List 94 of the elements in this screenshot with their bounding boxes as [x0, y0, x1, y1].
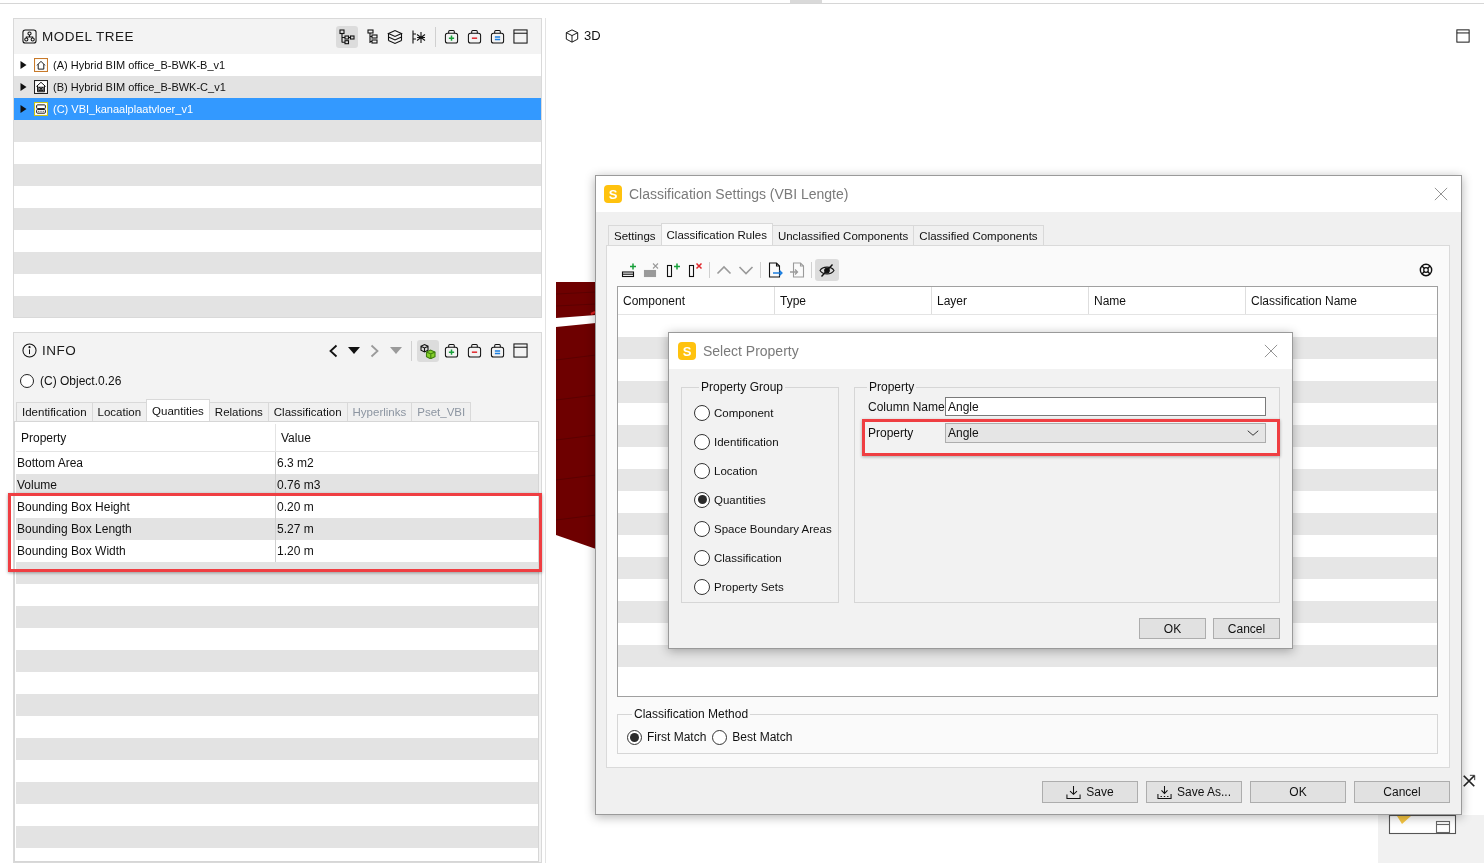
window-title: Classification Settings (VBI Lengte) — [629, 186, 849, 202]
toolbar-button[interactable] — [815, 259, 839, 281]
save-button[interactable]: Save — [1042, 781, 1138, 803]
radio-option[interactable]: Space Boundary Areas — [694, 514, 838, 543]
column-cross-icon — [687, 262, 703, 278]
bag-equals-icon — [490, 29, 505, 44]
bag-equals-icon — [490, 343, 505, 358]
row-plus-icon — [621, 262, 637, 278]
column-header: Value — [280, 429, 312, 447]
panel-title: INFO — [42, 343, 77, 358]
info-icon — [22, 343, 37, 358]
tab[interactable]: Classified Components — [913, 225, 1044, 245]
cancel-button[interactable]: Cancel — [1354, 781, 1450, 803]
bag-plus-icon — [444, 29, 459, 44]
chevron-right-icon — [370, 343, 380, 358]
tab[interactable]: Unclassified Components — [771, 225, 915, 245]
chevron-left-icon — [328, 343, 338, 358]
toolbar-button[interactable] — [417, 339, 439, 362]
field-label: Column Name — [868, 399, 945, 414]
table-cell: Volume — [16, 474, 276, 496]
ok-button[interactable]: OK — [1139, 618, 1206, 639]
toolbar-button[interactable] — [510, 340, 531, 361]
cancel-button[interactable]: Cancel — [1213, 618, 1280, 639]
row-cross-icon — [643, 262, 659, 278]
radio-option[interactable]: Property Sets — [694, 572, 838, 601]
bag-minus-icon — [467, 343, 482, 358]
radio-option[interactable]: Quantities — [694, 485, 838, 514]
window-title: Select Property — [703, 343, 799, 359]
table-cell: Bounding Box Width — [16, 540, 276, 562]
tab[interactable]: Quantities — [146, 399, 210, 421]
column-header: Classification Name — [1250, 292, 1359, 310]
column-header: Property — [16, 424, 276, 451]
cube-icon — [565, 28, 579, 43]
download-icon — [1066, 784, 1082, 800]
app-logo: S — [678, 342, 696, 360]
splitter-handle[interactable] — [790, 0, 822, 3]
ok-button[interactable]: OK — [1250, 781, 1346, 803]
tree-item[interactable]: (B) Hybrid BIM office_B-BWK-C_v1 — [14, 76, 541, 98]
radio-option[interactable]: First Match — [627, 727, 707, 747]
app-logo: S — [604, 185, 622, 203]
toolbar-button[interactable] — [510, 26, 531, 47]
layers-icon — [387, 28, 403, 45]
window-icon — [513, 29, 528, 44]
close-icon[interactable] — [1462, 774, 1476, 788]
text-field[interactable]: Angle — [945, 397, 1266, 416]
object-name: (C) Object.0.26 — [40, 374, 122, 388]
document-arrow-icon — [767, 262, 783, 278]
group-label: Property — [868, 380, 916, 394]
group-label: Classification Method — [633, 707, 750, 721]
radio-option[interactable]: Identification — [694, 427, 838, 456]
bag-plus-icon — [444, 343, 459, 358]
window-icon — [1456, 28, 1470, 43]
hierarchy-icon — [22, 29, 37, 44]
panel-title: MODEL TREE — [42, 29, 135, 44]
panel-title: 3D — [584, 28, 601, 43]
table-cell-text: 0.20 m — [276, 499, 315, 516]
caret-down-icon — [348, 347, 360, 354]
tab[interactable]: Identification — [16, 402, 93, 421]
download-icon — [1157, 784, 1172, 800]
group-label: Property Group — [700, 380, 785, 394]
circle-icon — [20, 374, 34, 388]
save-as-button[interactable]: Save As... — [1146, 781, 1242, 803]
table-cell: Bottom Area — [16, 452, 276, 474]
column-header: Name — [1089, 287, 1246, 314]
eye-slash-icon — [819, 262, 835, 278]
document-icon — [789, 262, 805, 278]
field-label: Property — [868, 426, 915, 440]
radio-option[interactable]: Best Match — [712, 727, 793, 747]
tree-item[interactable]: (A) Hybrid BIM office_B-BWK-B_v1 — [14, 54, 541, 76]
table-cell-text: 5.27 m — [276, 521, 315, 538]
table-cell: Bounding Box Height — [16, 496, 276, 518]
tab[interactable]: Classification Rules — [660, 223, 773, 245]
toolbar-button[interactable] — [336, 25, 358, 48]
radio-option[interactable]: Location — [694, 456, 838, 485]
radio-option[interactable]: Classification — [694, 543, 838, 572]
caret-down-icon — [390, 347, 402, 354]
cubes-icon — [420, 342, 436, 359]
column-header: Component — [618, 287, 775, 314]
table-cell: Bounding Box Length — [16, 518, 276, 540]
column-header: Layer — [932, 287, 1089, 314]
tree-structure-icon — [339, 28, 355, 45]
table-cell-text: 1.20 m — [276, 543, 315, 560]
column-plus-icon — [665, 262, 681, 278]
table-cell-text: 0.76 m3 — [276, 477, 322, 494]
dropdown[interactable]: Angle — [945, 423, 1266, 443]
table-cell-text: 6.3 m2 — [276, 455, 315, 472]
chevron-down-icon — [1247, 429, 1259, 437]
window-icon — [513, 343, 528, 358]
network-icon — [411, 28, 427, 45]
tab[interactable]: Settings — [608, 225, 662, 245]
lifebuoy-icon — [1419, 263, 1433, 277]
radio-option[interactable]: Component — [694, 398, 838, 427]
bag-minus-icon — [467, 29, 482, 44]
column-header: Type — [775, 287, 932, 314]
